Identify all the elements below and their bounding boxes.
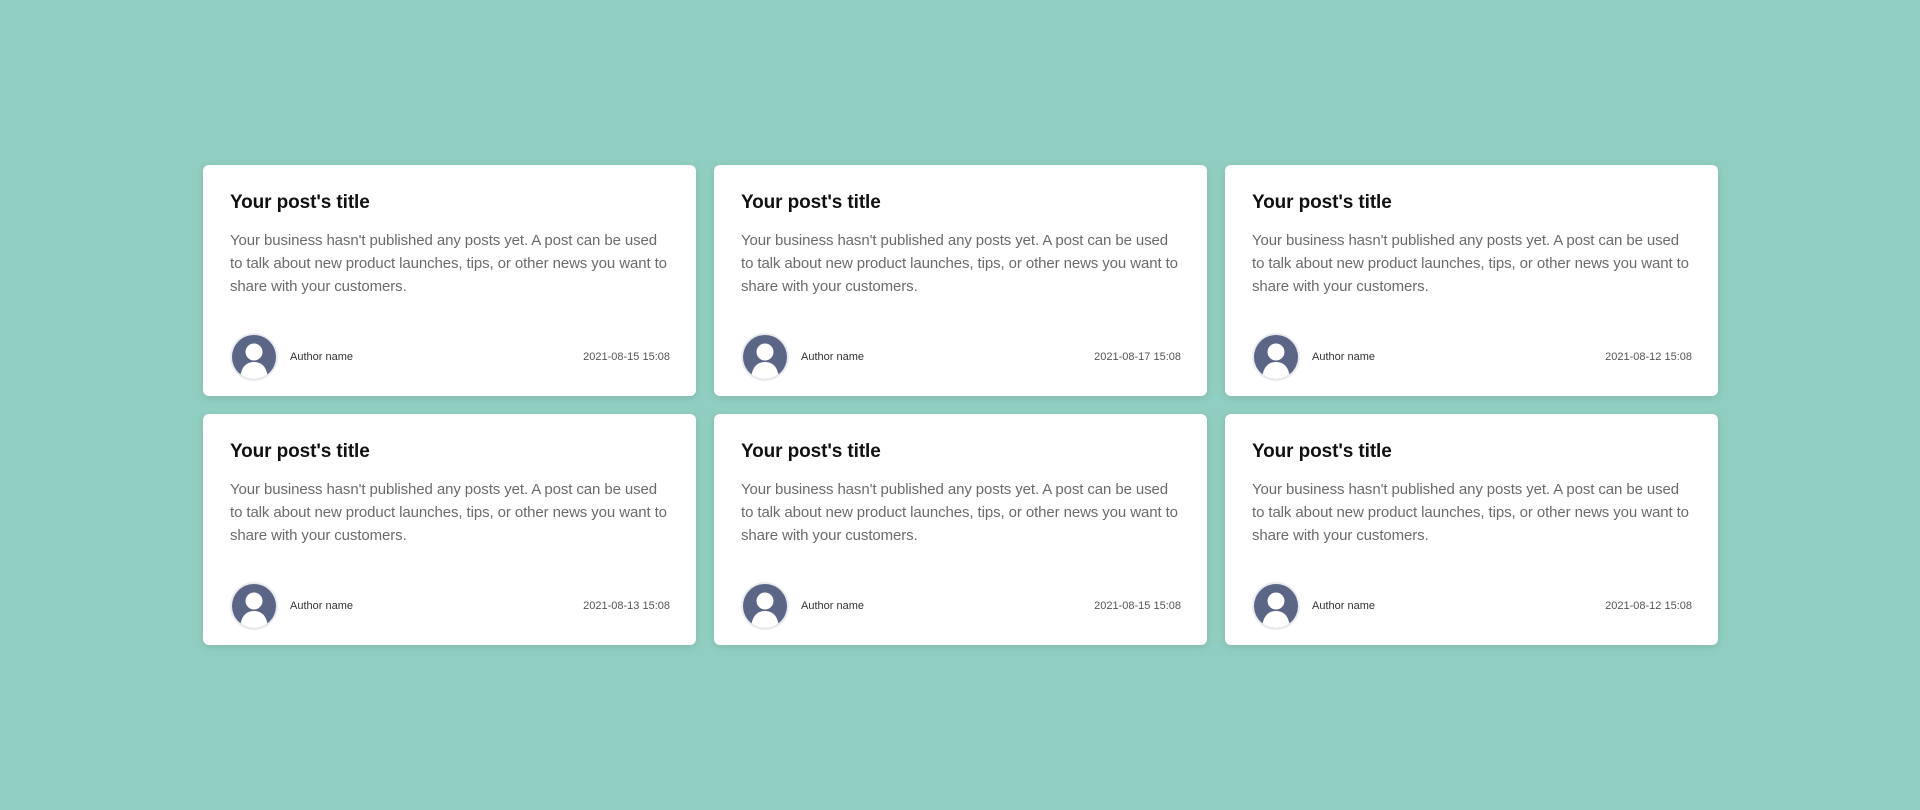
post-excerpt: Your business hasn't published any posts… (741, 481, 1178, 544)
post-excerpt: Your business hasn't published any posts… (741, 232, 1178, 295)
author-name: Author name (290, 351, 353, 363)
post-card[interactable]: Your post's title Your business hasn't p… (1225, 165, 1718, 396)
user-silhouette-icon (232, 584, 276, 628)
avatar (1252, 582, 1300, 630)
post-card[interactable]: Your post's title Your business hasn't p… (1225, 414, 1718, 645)
user-silhouette-icon (1254, 584, 1298, 628)
author-info: Author name (1252, 582, 1375, 630)
user-silhouette-icon (743, 335, 787, 379)
avatar (741, 333, 789, 381)
author-name: Author name (801, 351, 864, 363)
author-name: Author name (801, 600, 864, 612)
user-silhouette-icon (743, 584, 787, 628)
user-silhouette-icon (232, 335, 276, 379)
post-date: 2021-08-13 15:08 (583, 600, 670, 612)
post-card[interactable]: Your post's title Your business hasn't p… (203, 165, 696, 396)
post-date: 2021-08-15 15:08 (583, 351, 670, 363)
avatar (741, 582, 789, 630)
author-name: Author name (1312, 351, 1375, 363)
page: { "posts": [ { "title": "Your post's tit… (0, 0, 1920, 810)
post-footer: Author name 2021-08-13 15:08 (230, 581, 670, 631)
post-excerpt: Your business hasn't published any posts… (1252, 481, 1689, 544)
avatar (1252, 333, 1300, 381)
post-footer: Author name 2021-08-12 15:08 (1252, 581, 1692, 631)
author-name: Author name (1312, 600, 1375, 612)
post-footer: Author name 2021-08-12 15:08 (1252, 332, 1692, 382)
author-info: Author name (1252, 333, 1375, 381)
post-card[interactable]: Your post's title Your business hasn't p… (714, 165, 1207, 396)
avatar (230, 333, 278, 381)
post-title[interactable]: Your post's title (1252, 191, 1692, 215)
post-footer: Author name 2021-08-15 15:08 (741, 581, 1181, 631)
post-date: 2021-08-17 15:08 (1094, 351, 1181, 363)
author-info: Author name (230, 582, 353, 630)
post-title[interactable]: Your post's title (741, 440, 1181, 464)
post-title[interactable]: Your post's title (230, 191, 670, 215)
post-title[interactable]: Your post's title (1252, 440, 1692, 464)
author-info: Author name (230, 333, 353, 381)
post-date: 2021-08-15 15:08 (1094, 600, 1181, 612)
user-silhouette-icon (1254, 335, 1298, 379)
post-grid: Your post's title Your business hasn't p… (203, 165, 1718, 645)
post-excerpt: Your business hasn't published any posts… (230, 481, 667, 544)
post-card[interactable]: Your post's title Your business hasn't p… (203, 414, 696, 645)
post-title[interactable]: Your post's title (230, 440, 670, 464)
post-date: 2021-08-12 15:08 (1605, 600, 1692, 612)
post-footer: Author name 2021-08-17 15:08 (741, 332, 1181, 382)
post-footer: Author name 2021-08-15 15:08 (230, 332, 670, 382)
post-excerpt: Your business hasn't published any posts… (1252, 232, 1689, 295)
post-card[interactable]: Your post's title Your business hasn't p… (714, 414, 1207, 645)
author-info: Author name (741, 333, 864, 381)
post-date: 2021-08-12 15:08 (1605, 351, 1692, 363)
post-excerpt: Your business hasn't published any posts… (230, 232, 667, 295)
avatar (230, 582, 278, 630)
post-title[interactable]: Your post's title (741, 191, 1181, 215)
author-info: Author name (741, 582, 864, 630)
author-name: Author name (290, 600, 353, 612)
